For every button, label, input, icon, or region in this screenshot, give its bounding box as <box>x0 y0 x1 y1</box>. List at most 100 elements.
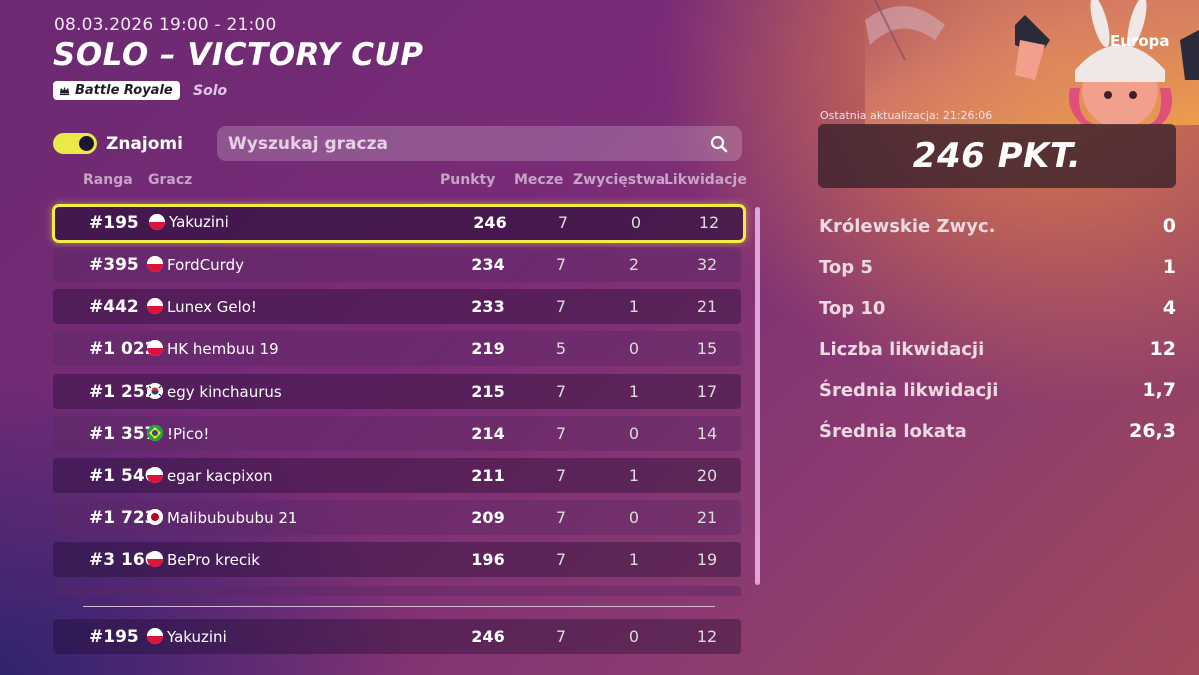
wins: 1 <box>628 382 640 401</box>
points: 214 <box>471 424 505 443</box>
matches: 7 <box>555 297 567 316</box>
wins: 0 <box>630 213 642 232</box>
flag-icon <box>147 628 163 644</box>
flag-icon <box>147 256 163 272</box>
eliminations: 17 <box>696 382 718 401</box>
points: 234 <box>471 255 505 274</box>
matches: 5 <box>555 339 567 358</box>
column-header-player: Gracz <box>148 172 193 188</box>
wins: 0 <box>628 508 640 527</box>
stat-label: Liczba likwidacji <box>819 339 985 360</box>
total-points: 246 PKT. <box>912 136 1082 176</box>
leaderboard-row[interactable]: #1 252 egy kinchaurus 215 7 1 17 <box>53 374 741 409</box>
player-name: egar kacpixon <box>167 467 273 485</box>
player-name: !Pico! <box>167 425 210 443</box>
rank: #395 <box>89 255 139 275</box>
divider <box>83 606 715 607</box>
leaderboard-row[interactable]: #395 FordCurdy 234 7 2 32 <box>53 247 741 282</box>
flag-icon <box>147 467 163 483</box>
eliminations: 19 <box>696 550 718 569</box>
column-header-matches: Mecze <box>514 172 564 188</box>
matches: 7 <box>555 424 567 443</box>
flag-icon <box>147 340 163 356</box>
search-input[interactable]: Wyszukaj gracza <box>217 126 742 161</box>
leaderboard-row[interactable]: #195 Yakuzini 246 7 0 12 <box>52 204 746 243</box>
stat-value: 26,3 <box>1129 420 1176 442</box>
stat-value: 1 <box>1162 256 1176 278</box>
wins: 0 <box>628 424 640 443</box>
search-placeholder: Wyszukaj gracza <box>228 134 388 154</box>
flag-icon <box>147 509 163 525</box>
friends-toggle[interactable] <box>53 133 97 154</box>
points: 211 <box>471 466 505 485</box>
my-row[interactable]: #195 Yakuzini 246 7 0 12 <box>53 619 741 654</box>
flag-icon <box>147 298 163 314</box>
player-name: Lunex Gelo! <box>167 298 257 316</box>
leaderboard-row[interactable]: #1 546 egar kacpixon 211 7 1 20 <box>53 458 741 493</box>
leaderboard-row[interactable]: #442 Lunex Gelo! 233 7 1 21 <box>53 289 741 324</box>
player-name: BePro krecik <box>167 551 260 569</box>
leaderboard-row[interactable]: #1 022 HK hembuu 19 219 5 0 15 <box>53 331 741 366</box>
player-name: Malibubububu 21 <box>167 509 298 527</box>
toggle-knob <box>79 136 94 151</box>
matches: 7 <box>555 382 567 401</box>
eliminations: 14 <box>696 424 718 443</box>
column-header-eliminations: Likwidacje <box>664 172 747 188</box>
eliminations: 21 <box>696 508 718 527</box>
matches: 7 <box>555 255 567 274</box>
player-name: egy kinchaurus <box>167 383 282 401</box>
stat-value: 4 <box>1162 297 1176 319</box>
stat-value: 1,7 <box>1142 379 1176 401</box>
matches: 7 <box>555 508 567 527</box>
points: 209 <box>471 508 505 527</box>
stat-label: Średnia likwidacji <box>819 380 999 401</box>
player-name: FordCurdy <box>167 256 244 274</box>
search-icon[interactable] <box>710 135 728 153</box>
region-label: Europa <box>1110 32 1170 50</box>
points: 233 <box>471 297 505 316</box>
my-rank: #195 <box>89 627 139 647</box>
column-header-wins: Zwycięstwa <box>573 172 666 188</box>
flag-icon <box>147 551 163 567</box>
leaderboard-row-partial <box>53 586 741 596</box>
matches: 7 <box>557 213 569 232</box>
player-name: HK hembuu 19 <box>167 340 279 358</box>
wins: 1 <box>628 550 640 569</box>
column-header-rank: Ranga <box>83 172 133 188</box>
submode-label: Solo <box>193 83 228 99</box>
my-eliminations: 12 <box>696 627 718 646</box>
total-points-box: 246 PKT. <box>818 124 1176 188</box>
crown-icon <box>59 86 70 96</box>
my-wins: 0 <box>628 627 640 646</box>
flag-icon <box>147 383 163 399</box>
leaderboard-row[interactable]: #1 723 Malibubububu 21 209 7 0 21 <box>53 500 741 535</box>
last-update-label: Ostatnia aktualizacja: 21:26:06 <box>820 109 993 122</box>
scrollbar-thumb[interactable] <box>755 207 760 585</box>
flag-icon <box>149 214 165 230</box>
mode-label: Battle Royale <box>75 83 173 98</box>
points: 215 <box>471 382 505 401</box>
points: 246 <box>473 213 507 232</box>
wins: 2 <box>628 255 640 274</box>
mode-badge: Battle Royale <box>53 81 180 100</box>
event-date: 08.03.2026 19:00 - 21:00 <box>54 15 277 35</box>
my-player-name: Yakuzini <box>167 628 227 646</box>
column-header-points: Punkty <box>440 172 496 188</box>
matches: 7 <box>555 466 567 485</box>
matches: 7 <box>555 550 567 569</box>
player-name: Yakuzini <box>169 213 229 231</box>
eliminations: 32 <box>696 255 718 274</box>
leaderboard-row[interactable]: #1 357 !Pico! 214 7 0 14 <box>53 416 741 451</box>
flag-icon <box>147 425 163 441</box>
rank: #195 <box>89 213 139 233</box>
stat-label: Średnia lokata <box>819 421 967 442</box>
my-matches: 7 <box>555 627 567 646</box>
event-title: SOLO – VICTORY CUP <box>53 37 424 73</box>
stat-label: Królewskie Zwyc. <box>819 216 996 237</box>
wins: 0 <box>628 339 640 358</box>
friends-label: Znajomi <box>106 134 183 154</box>
points: 219 <box>471 339 505 358</box>
wins: 1 <box>628 297 640 316</box>
leaderboard-row[interactable]: #3 166 BePro krecik 196 7 1 19 <box>53 542 741 577</box>
my-points: 246 <box>471 627 505 646</box>
